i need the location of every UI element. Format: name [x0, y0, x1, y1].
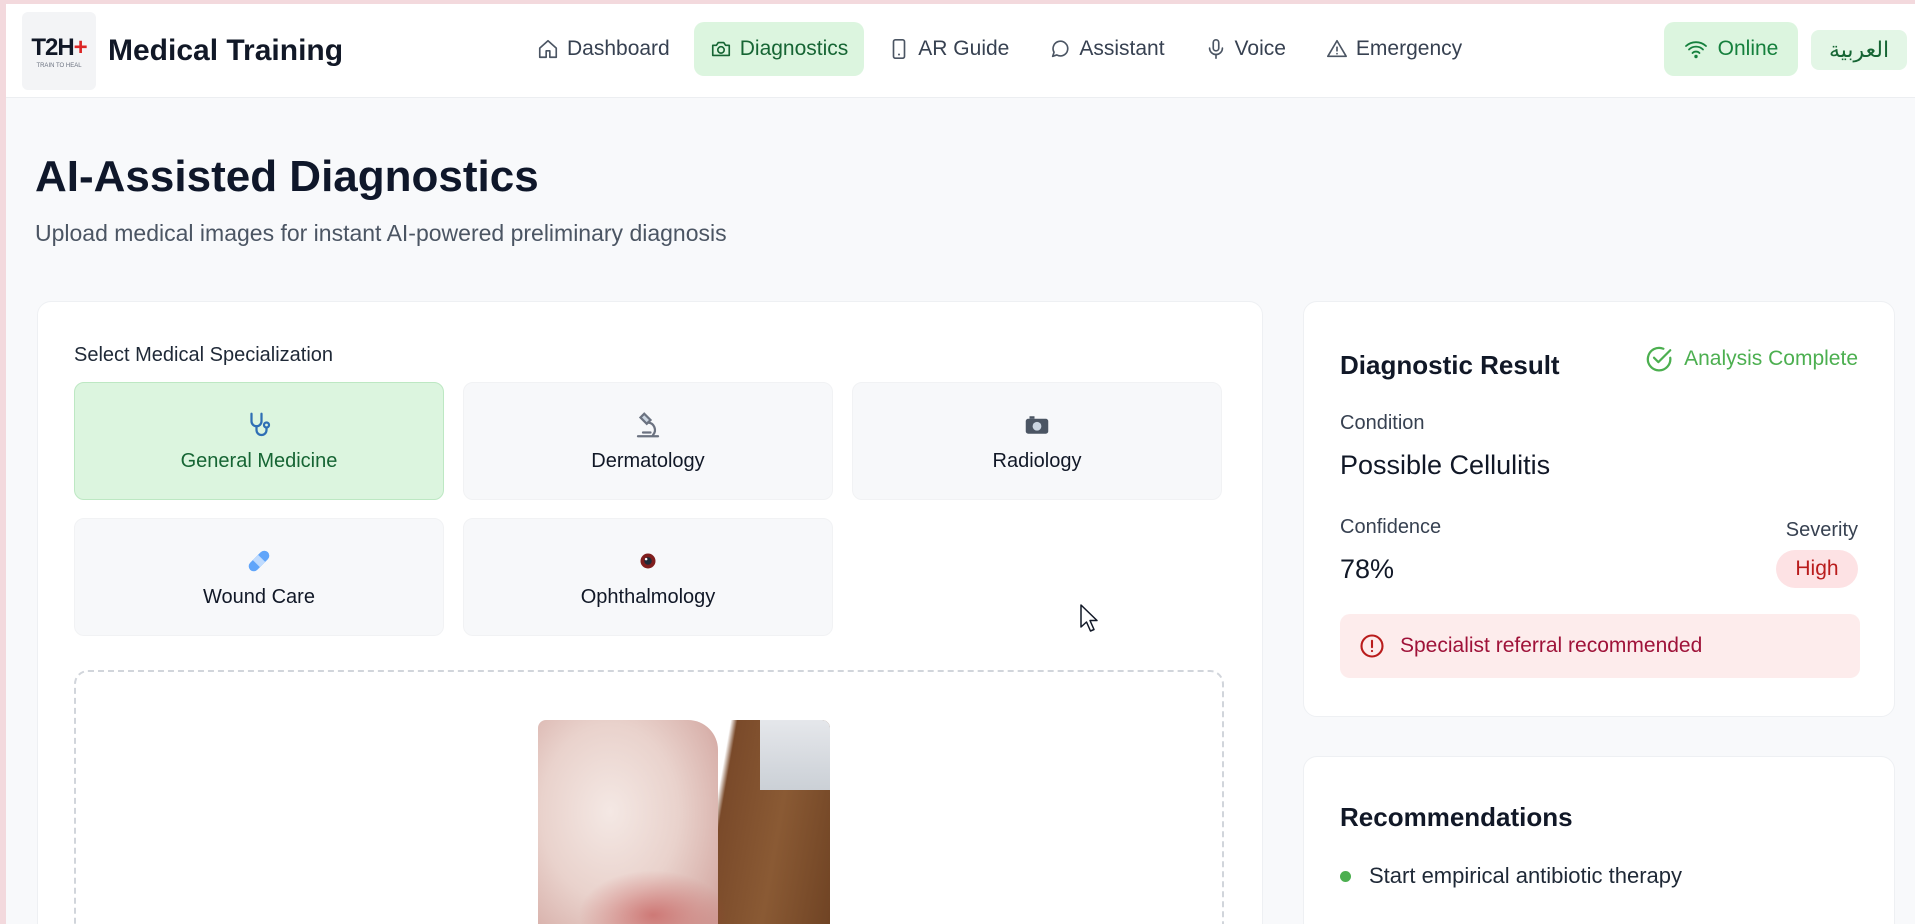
recommendations-card: Recommendations Start empirical antibiot…	[1303, 756, 1895, 924]
top-header: T2H+ TRAIN TO HEAL Medical Training Dash…	[6, 4, 1915, 98]
spec-ophthalmology[interactable]: Ophthalmology	[463, 518, 833, 636]
analysis-status: Analysis Complete	[1644, 344, 1858, 374]
spec-wound-care-label: Wound Care	[203, 585, 315, 608]
logo-text: T2H+	[31, 33, 88, 62]
condition-label: Condition	[1340, 412, 1425, 434]
online-status-button[interactable]: Online	[1664, 22, 1798, 76]
home-icon	[538, 39, 558, 59]
uploaded-image-preview	[538, 720, 830, 924]
condition-value: Possible Cellulitis	[1340, 450, 1551, 480]
confidence-label: Confidence	[1340, 516, 1442, 538]
confidence-value: 78%	[1340, 554, 1395, 584]
stethoscope-icon	[244, 410, 274, 440]
spec-dermatology[interactable]: Dermatology	[463, 382, 833, 500]
logo-plus: +	[73, 33, 88, 61]
logo-main-text: T2H	[31, 33, 74, 61]
check-circle-icon	[1646, 346, 1672, 372]
image-upload-dropzone[interactable]	[74, 670, 1224, 924]
spec-radiology-label: Radiology	[992, 449, 1082, 472]
nav-diagnostics[interactable]: Diagnostics	[693, 22, 865, 76]
nav-voice-label: Voice	[1234, 37, 1286, 60]
bandage-icon	[244, 546, 274, 576]
result-title: Diagnostic Result	[1340, 350, 1560, 380]
specialization-label: Select Medical Specialization	[74, 344, 334, 366]
spec-wound-care[interactable]: Wound Care	[74, 518, 444, 636]
alert-circle-icon	[1360, 634, 1384, 658]
logo-subtext: TRAIN TO HEAL	[36, 62, 82, 69]
smartphone-icon	[892, 39, 906, 59]
page-title: AI-Assisted Diagnostics	[35, 152, 539, 201]
app-title: Medical Training	[108, 34, 344, 67]
severity-badge: High	[1776, 550, 1858, 588]
nav-diagnostics-label: Diagnostics	[739, 37, 849, 60]
analysis-status-label: Analysis Complete	[1684, 347, 1858, 370]
severity-label: Severity	[1785, 519, 1858, 541]
page-subtitle: Upload medical images for instant AI-pow…	[35, 220, 727, 246]
nav-dashboard-label: Dashboard	[567, 37, 670, 60]
photo-redness-region	[578, 870, 728, 924]
main-nav: Dashboard Diagnostics AR Guide Assistant…	[521, 22, 1478, 76]
nav-emergency[interactable]: Emergency	[1310, 22, 1478, 76]
microscope-icon	[633, 410, 663, 440]
warning-triangle-icon	[1326, 39, 1347, 58]
spec-dermatology-label: Dermatology	[591, 449, 705, 472]
online-status-label: Online	[1717, 37, 1779, 60]
referral-text: Specialist referral recommended	[1400, 634, 1703, 657]
recommendations-title: Recommendations	[1340, 802, 1573, 832]
diagnostic-result-card: Diagnostic Result Analysis Complete Cond…	[1303, 301, 1895, 717]
spec-general-medicine-label: General Medicine	[180, 449, 338, 472]
nav-assistant-label: Assistant	[1079, 37, 1165, 60]
nav-emergency-label: Emergency	[1355, 37, 1463, 60]
referral-alert: Specialist referral recommended	[1340, 614, 1860, 678]
camera-icon	[711, 41, 730, 57]
spec-radiology[interactable]: Radiology	[852, 382, 1222, 500]
mouse-cursor-icon	[1080, 604, 1098, 632]
camera-icon	[1022, 410, 1052, 440]
recommendation-item: Start empirical antibiotic therapy	[1340, 863, 1682, 889]
nav-voice[interactable]: Voice	[1189, 22, 1302, 76]
wifi-icon	[1684, 41, 1707, 59]
language-toggle-button[interactable]: العربية	[1811, 30, 1907, 70]
nav-dashboard[interactable]: Dashboard	[521, 22, 686, 76]
spec-ophthalmology-label: Ophthalmology	[580, 585, 716, 608]
photo-background-region	[760, 720, 830, 790]
nav-ar-guide-label: AR Guide	[918, 37, 1010, 60]
nav-assistant[interactable]: Assistant	[1033, 22, 1180, 76]
nav-ar-guide[interactable]: AR Guide	[872, 22, 1025, 76]
recommendation-text: Start empirical antibiotic therapy	[1369, 863, 1683, 888]
chat-bubble-icon	[1052, 40, 1069, 58]
app-logo[interactable]: T2H+ TRAIN TO HEAL	[22, 12, 96, 90]
microphone-icon	[1208, 39, 1223, 59]
spec-general-medicine[interactable]: General Medicine	[74, 382, 444, 500]
bullet-dot	[1340, 870, 1351, 882]
eye-icon	[633, 546, 663, 576]
